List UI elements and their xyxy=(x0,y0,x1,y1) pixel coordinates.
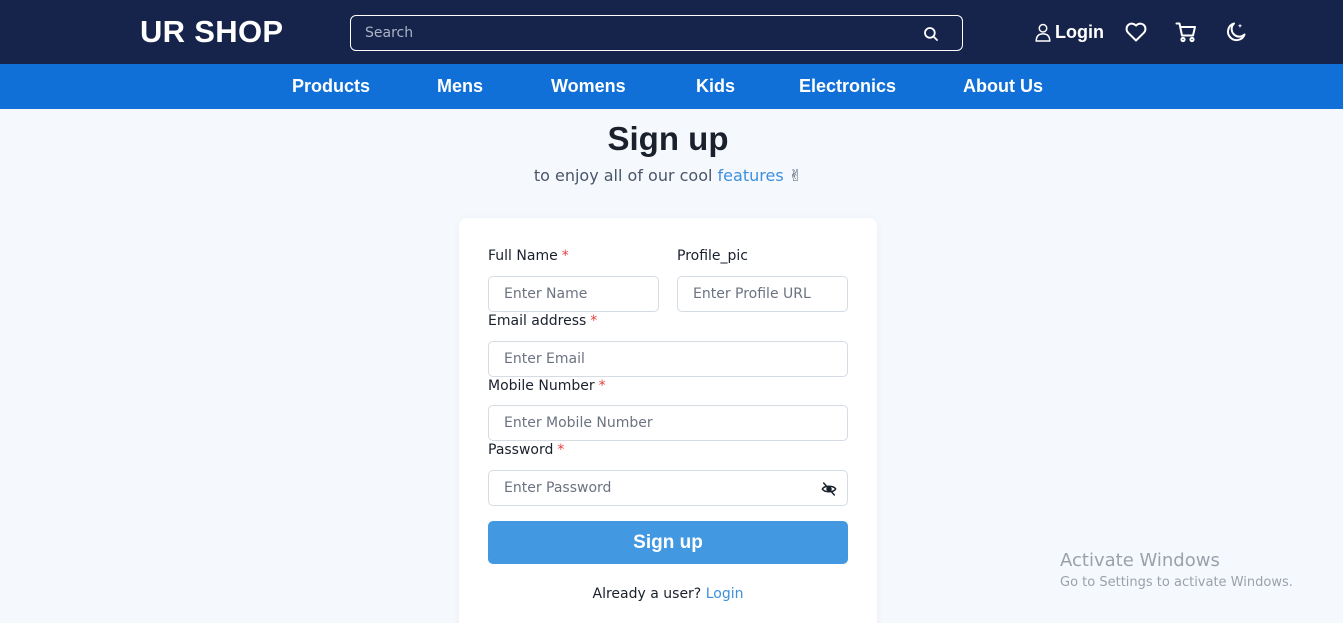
activate-windows-title: Activate Windows xyxy=(1060,550,1220,571)
nav-products[interactable]: Products xyxy=(292,76,370,97)
heart-icon[interactable] xyxy=(1124,20,1148,44)
required-marker: * xyxy=(598,378,606,394)
shop-logo[interactable]: UR SHOP xyxy=(140,14,283,50)
page-subtitle: to enjoy all of our cool features ✌ xyxy=(0,166,1336,185)
mobile-field xyxy=(488,405,848,441)
page-title: Sign up xyxy=(607,120,729,157)
search-icon[interactable] xyxy=(922,25,940,43)
subtitle-text: to enjoy all of our cool xyxy=(533,166,718,185)
nav-electronics[interactable]: Electronics xyxy=(799,76,896,97)
eye-slash-icon[interactable] xyxy=(821,481,837,497)
mobile-input[interactable] xyxy=(489,406,847,440)
search-bar xyxy=(350,15,963,51)
login-link[interactable]: Login xyxy=(706,586,744,602)
victory-hand-icon: ✌ xyxy=(788,166,803,185)
password-label-text: Password xyxy=(488,442,554,458)
nav-womens[interactable]: Womens xyxy=(551,76,626,97)
cart-icon[interactable] xyxy=(1174,20,1198,44)
login-button[interactable]: Login xyxy=(1034,20,1104,44)
nav-kids[interactable]: Kids xyxy=(696,76,735,97)
password-input[interactable] xyxy=(489,471,847,505)
required-marker: * xyxy=(557,442,565,458)
nav-mens[interactable]: Mens xyxy=(437,76,483,97)
nav-about-us[interactable]: About Us xyxy=(963,76,1043,97)
full-name-label-text: Full Name xyxy=(488,248,558,264)
search-input[interactable] xyxy=(351,16,962,50)
signup-button[interactable]: Sign up xyxy=(488,521,848,564)
full-name-field xyxy=(488,276,659,312)
subtitle-accent: features xyxy=(717,166,784,185)
profile-pic-label: Profile_pic xyxy=(677,248,749,264)
top-header: UR SHOP Login xyxy=(0,0,1343,64)
signup-card: Full Name* Profile_pic Email address* Mo… xyxy=(459,218,877,623)
required-marker: * xyxy=(561,248,569,264)
profile-pic-field xyxy=(677,276,848,312)
login-label: Login xyxy=(1055,21,1104,42)
category-nav: Products Mens Womens Kids Electronics Ab… xyxy=(0,64,1343,109)
email-input[interactable] xyxy=(489,342,847,376)
mobile-label-text: Mobile Number xyxy=(488,378,595,394)
activate-windows-subtitle: Go to Settings to activate Windows. xyxy=(1060,575,1293,590)
profile-pic-input[interactable] xyxy=(678,277,847,311)
already-user-text: Already a user? xyxy=(592,586,706,602)
user-icon xyxy=(1035,23,1051,42)
email-label: Email address * xyxy=(488,313,597,329)
full-name-label: Full Name * xyxy=(488,248,569,264)
password-label: Password * xyxy=(488,442,564,458)
full-name-input[interactable] xyxy=(489,277,658,311)
login-prompt: Already a user? Login xyxy=(459,586,877,602)
mobile-label: Mobile Number * xyxy=(488,378,606,394)
password-field xyxy=(488,470,848,506)
email-label-text: Email address xyxy=(488,313,587,329)
required-marker: * xyxy=(590,313,598,329)
email-field xyxy=(488,341,848,377)
moon-icon[interactable] xyxy=(1224,20,1248,44)
